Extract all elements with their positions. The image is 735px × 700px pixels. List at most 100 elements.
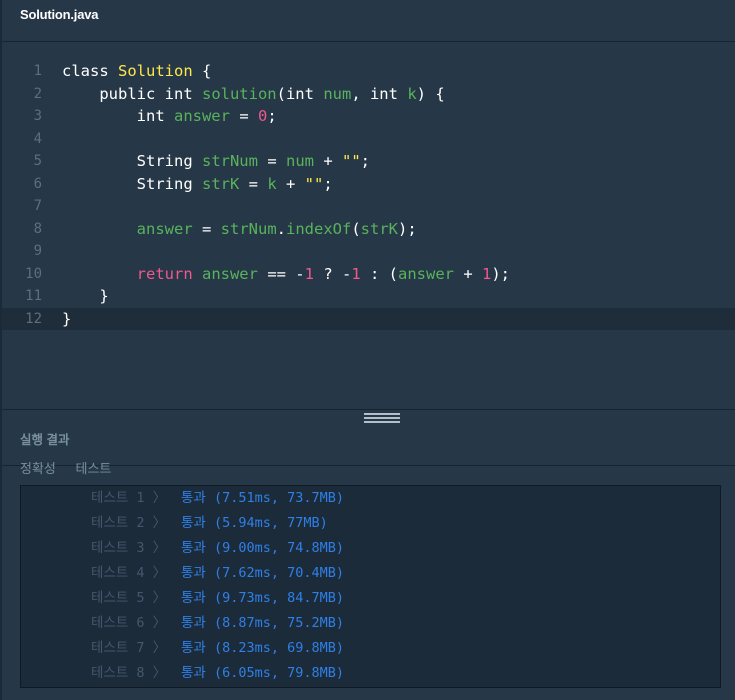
code-token: : ( bbox=[360, 264, 398, 283]
code-token: int bbox=[62, 107, 174, 125]
code-token: ) { bbox=[416, 84, 445, 103]
code-token: k bbox=[407, 84, 417, 103]
code-token: = bbox=[192, 219, 221, 238]
line-number: 8 bbox=[33, 220, 42, 237]
code-token: public int bbox=[62, 84, 202, 103]
code-token: == - bbox=[257, 264, 305, 283]
test-result-row: 테스트 5 〉 통과 (9.73ms, 84.7MB) bbox=[21, 586, 721, 611]
results-title: 실행 결과 bbox=[20, 433, 70, 447]
code-token: answer bbox=[62, 219, 193, 238]
code-line[interactable]: 11 } bbox=[2, 285, 735, 308]
code-editor[interactable]: 1 class Solution {2 public int solution(i… bbox=[2, 42, 735, 410]
file-header: Solution.java bbox=[2, 0, 735, 42]
code-line[interactable]: 6 String strK = k + ""; bbox=[2, 173, 735, 196]
test-status: 통과 (8.23ms, 69.8MB) bbox=[181, 640, 345, 656]
code-line[interactable]: 2 public int solution(int num, int k) { bbox=[2, 83, 735, 106]
code-line[interactable]: 12} bbox=[2, 307, 735, 331]
code-text[interactable]: String strNum = num + ""; bbox=[62, 150, 370, 173]
code-text[interactable]: String strK = k + ""; bbox=[62, 173, 333, 196]
code-token: + bbox=[313, 152, 342, 170]
code-token: ; bbox=[267, 107, 277, 125]
test-name: 테스트 5 〉 bbox=[91, 590, 167, 606]
code-token: return bbox=[62, 264, 202, 283]
line-number: 4 bbox=[33, 130, 42, 147]
line-number: 11 bbox=[25, 288, 42, 304]
test-status: 통과 (9.00ms, 74.8MB) bbox=[181, 540, 345, 556]
line-number: 6 bbox=[33, 175, 42, 192]
test-result-row: 테스트 2 〉 통과 (5.94ms, 77MB) bbox=[21, 511, 721, 536]
code-token: = bbox=[239, 174, 268, 193]
code-token: { bbox=[192, 62, 212, 80]
code-text[interactable]: } bbox=[62, 308, 71, 331]
code-token: + bbox=[454, 264, 482, 283]
code-token: answer bbox=[201, 264, 258, 283]
code-token: strK bbox=[201, 174, 240, 193]
code-token: } bbox=[62, 287, 109, 305]
panel-resize-handle[interactable] bbox=[364, 413, 400, 425]
code-token: String bbox=[62, 152, 202, 170]
ide-frame: Solution.java 1 class Solution {2 public … bbox=[0, 0, 735, 700]
code-token: indexOf bbox=[286, 219, 352, 238]
tab-test[interactable]: 테스트 bbox=[76, 461, 112, 475]
code-line[interactable]: 10 return answer == -1 ? -1 : (answer + … bbox=[2, 263, 735, 286]
test-result-row: 테스트 1 〉 통과 (7.51ms, 73.7MB) bbox=[21, 486, 721, 511]
code-line[interactable]: 1 class Solution { bbox=[2, 60, 735, 83]
test-status: 통과 (5.94ms, 77MB) bbox=[181, 515, 328, 531]
code-token: ); bbox=[398, 219, 417, 238]
code-token: Solution bbox=[118, 62, 193, 80]
code-line[interactable]: 3 int answer = 0; bbox=[2, 105, 735, 128]
test-status: 통과 (8.87ms, 75.2MB) bbox=[181, 615, 345, 631]
test-name: 테스트 4 〉 bbox=[91, 565, 167, 581]
code-token: "" bbox=[304, 174, 324, 193]
code-text[interactable]: } bbox=[62, 285, 109, 308]
code-token: answer bbox=[398, 264, 454, 283]
line-number: 2 bbox=[33, 85, 42, 102]
test-status: 통과 (7.51ms, 73.7MB) bbox=[181, 490, 345, 506]
tab-correctness[interactable]: 정확성 bbox=[20, 461, 56, 475]
line-number: 10 bbox=[25, 265, 42, 282]
line-number: 5 bbox=[33, 153, 42, 169]
test-status: 통과 (6.05ms, 79.8MB) bbox=[181, 665, 345, 681]
code-line[interactable]: 5 String strNum = num + ""; bbox=[2, 150, 735, 173]
code-token: = bbox=[229, 107, 258, 125]
line-number: 3 bbox=[33, 108, 42, 124]
line-number: 12 bbox=[25, 310, 42, 327]
test-result-row: 테스트 7 〉 통과 (8.23ms, 69.8MB) bbox=[21, 636, 721, 661]
code-text[interactable]: public int solution(int num, int k) { bbox=[62, 83, 445, 106]
code-token: ; bbox=[360, 152, 370, 170]
code-token: solution bbox=[201, 84, 277, 103]
code-text[interactable]: class Solution { bbox=[62, 60, 211, 83]
code-token: String bbox=[62, 174, 202, 193]
code-token: "" bbox=[341, 152, 361, 170]
code-token: strNum bbox=[201, 152, 258, 170]
code-token: = bbox=[257, 152, 286, 170]
code-token: ? - bbox=[314, 264, 352, 283]
code-lines[interactable]: 1 class Solution {2 public int solution(i… bbox=[2, 60, 735, 330]
test-name: 테스트 3 〉 bbox=[91, 540, 167, 556]
test-name: 테스트 1 〉 bbox=[91, 490, 167, 506]
code-text[interactable]: return answer == -1 ? -1 : (answer + 1); bbox=[62, 263, 510, 286]
code-line[interactable]: 9 bbox=[2, 240, 735, 263]
test-status: 통과 (9.73ms, 84.7MB) bbox=[181, 590, 345, 606]
code-token: } bbox=[62, 309, 72, 328]
code-text[interactable]: answer = strNum.indexOf(strK); bbox=[62, 218, 417, 241]
line-number: 7 bbox=[33, 198, 42, 214]
code-text[interactable]: int answer = 0; bbox=[62, 105, 277, 128]
test-result-row: 테스트 3 〉 통과 (9.00ms, 74.8MB) bbox=[21, 536, 721, 561]
code-token: (int bbox=[276, 84, 324, 103]
test-result-row: 테스트 8 〉 통과 (6.05ms, 79.8MB) bbox=[21, 661, 721, 686]
code-token: . bbox=[276, 219, 286, 238]
test-name: 테스트 6 〉 bbox=[91, 615, 167, 631]
code-token: 1 bbox=[304, 264, 314, 283]
code-token: num bbox=[323, 84, 352, 103]
code-token: + bbox=[276, 174, 305, 193]
code-line[interactable]: 7 bbox=[2, 195, 735, 218]
code-token: 1 bbox=[351, 264, 361, 283]
code-token: 1 bbox=[482, 264, 492, 283]
code-line[interactable]: 8 answer = strNum.indexOf(strK); bbox=[2, 218, 735, 241]
code-token: , int bbox=[351, 84, 408, 103]
code-line[interactable]: 4 bbox=[2, 128, 735, 151]
code-token: ; bbox=[323, 174, 333, 193]
file-tab[interactable]: Solution.java bbox=[20, 7, 99, 22]
code-token: strK bbox=[360, 219, 398, 238]
